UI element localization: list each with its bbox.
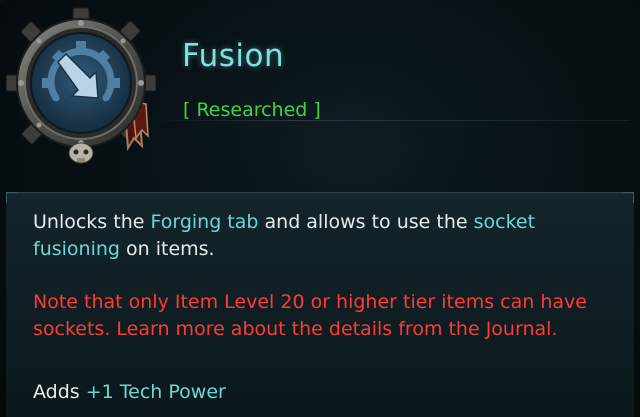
- panel-corner-right: [623, 192, 634, 203]
- gear-arrow-icon: [6, 7, 156, 164]
- forging-tab-keyword: Forging tab: [150, 211, 259, 233]
- bonus-line: Adds +1 Tech Power: [33, 379, 593, 406]
- description-panel: Unlocks the Forging tab and allows to us…: [6, 192, 634, 417]
- description-text-1: Unlocks the: [33, 211, 151, 233]
- description-text-2: and allows to use the: [258, 211, 474, 233]
- tech-tooltip: Fusion [ Researched ] Unlocks the Forgin…: [0, 0, 640, 417]
- panel-corner-left: [6, 192, 17, 203]
- description-text-3: on items.: [119, 238, 215, 260]
- tech-description: Unlocks the Forging tab and allows to us…: [33, 209, 593, 263]
- bonus-prefix: Adds: [33, 381, 86, 403]
- header-divider: [150, 120, 630, 121]
- research-status: [ Researched ]: [183, 99, 321, 121]
- requirement-note: Note that only Item Level 20 or higher t…: [33, 291, 587, 340]
- tech-power-bonus: +1 Tech Power: [85, 381, 226, 403]
- tech-title: Fusion: [182, 38, 285, 74]
